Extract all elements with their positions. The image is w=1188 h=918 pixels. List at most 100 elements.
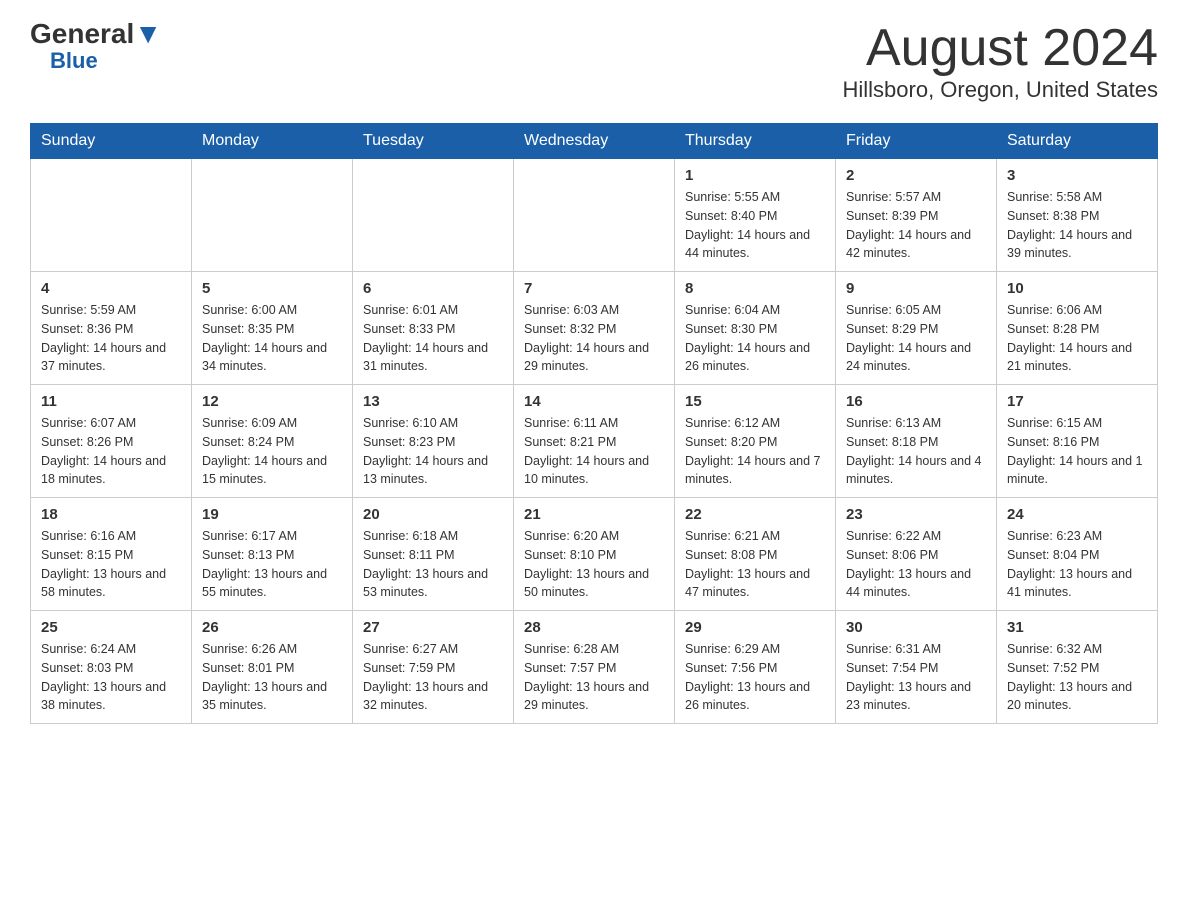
- calendar-cell: 6 Sunrise: 6:01 AMSunset: 8:33 PMDaylight…: [353, 272, 514, 385]
- calendar-cell: 12 Sunrise: 6:09 AMSunset: 8:24 PMDayligh…: [192, 385, 353, 498]
- day-info: Sunrise: 6:29 AMSunset: 7:56 PMDaylight:…: [685, 640, 825, 715]
- calendar-header: SundayMondayTuesdayWednesdayThursdayFrid…: [31, 124, 1158, 159]
- day-info: Sunrise: 6:21 AMSunset: 8:08 PMDaylight:…: [685, 527, 825, 602]
- calendar-cell: [31, 159, 192, 272]
- day-info: Sunrise: 6:24 AMSunset: 8:03 PMDaylight:…: [41, 640, 181, 715]
- day-info: Sunrise: 6:13 AMSunset: 8:18 PMDaylight:…: [846, 414, 986, 489]
- day-info: Sunrise: 6:32 AMSunset: 7:52 PMDaylight:…: [1007, 640, 1147, 715]
- logo-text-blue: Blue: [50, 48, 98, 74]
- day-info: Sunrise: 6:20 AMSunset: 8:10 PMDaylight:…: [524, 527, 664, 602]
- calendar-cell: 3 Sunrise: 5:58 AMSunset: 8:38 PMDaylight…: [997, 159, 1158, 272]
- day-number: 14: [524, 393, 664, 410]
- day-number: 15: [685, 393, 825, 410]
- day-number: 27: [363, 619, 503, 636]
- calendar-cell: 13 Sunrise: 6:10 AMSunset: 8:23 PMDayligh…: [353, 385, 514, 498]
- day-info: Sunrise: 5:55 AMSunset: 8:40 PMDaylight:…: [685, 188, 825, 263]
- calendar-cell: 5Sunrise: 6:00 AMSunset: 8:35 PMDaylight…: [192, 272, 353, 385]
- day-info: Sunrise: 5:58 AMSunset: 8:38 PMDaylight:…: [1007, 188, 1147, 263]
- day-info: Sunrise: 6:09 AMSunset: 8:24 PMDaylight:…: [202, 414, 342, 489]
- week-row-3: 11Sunrise: 6:07 AMSunset: 8:26 PMDayligh…: [31, 385, 1158, 498]
- header-cell-thursday: Thursday: [675, 124, 836, 159]
- day-number: 3: [1007, 167, 1147, 184]
- day-info: Sunrise: 6:22 AMSunset: 8:06 PMDaylight:…: [846, 527, 986, 602]
- day-info: Sunrise: 5:59 AMSunset: 8:36 PMDaylight:…: [41, 301, 181, 376]
- title-area: August 2024 Hillsboro, Oregon, United St…: [843, 20, 1159, 103]
- calendar-cell: 18 Sunrise: 6:16 AMSunset: 8:15 PMDayligh…: [31, 498, 192, 611]
- day-number: 28: [524, 619, 664, 636]
- week-row-4: 18 Sunrise: 6:16 AMSunset: 8:15 PMDayligh…: [31, 498, 1158, 611]
- location-title: Hillsboro, Oregon, United States: [843, 77, 1159, 103]
- calendar-body: 1Sunrise: 5:55 AMSunset: 8:40 PMDaylight…: [31, 159, 1158, 724]
- day-info: Sunrise: 5:57 AMSunset: 8:39 PMDaylight:…: [846, 188, 986, 263]
- day-info: Sunrise: 6:17 AMSunset: 8:13 PMDaylight:…: [202, 527, 342, 602]
- day-number: 21: [524, 506, 664, 523]
- calendar-cell: 1Sunrise: 5:55 AMSunset: 8:40 PMDaylight…: [675, 159, 836, 272]
- day-number: 7: [524, 280, 664, 297]
- calendar-cell: 26 Sunrise: 6:26 AMSunset: 8:01 PMDayligh…: [192, 611, 353, 724]
- day-number: 16: [846, 393, 986, 410]
- calendar-cell: 14Sunrise: 6:11 AMSunset: 8:21 PMDayligh…: [514, 385, 675, 498]
- calendar-cell: 8 Sunrise: 6:04 AMSunset: 8:30 PMDaylight…: [675, 272, 836, 385]
- day-info: Sunrise: 6:31 AMSunset: 7:54 PMDaylight:…: [846, 640, 986, 715]
- day-info: Sunrise: 6:10 AMSunset: 8:23 PMDaylight:…: [363, 414, 503, 489]
- calendar-cell: 17 Sunrise: 6:15 AMSunset: 8:16 PMDayligh…: [997, 385, 1158, 498]
- calendar-cell: [353, 159, 514, 272]
- calendar-cell: 11Sunrise: 6:07 AMSunset: 8:26 PMDayligh…: [31, 385, 192, 498]
- day-number: 12: [202, 393, 342, 410]
- header-cell-friday: Friday: [836, 124, 997, 159]
- day-info: Sunrise: 6:01 AMSunset: 8:33 PMDaylight:…: [363, 301, 503, 376]
- calendar-cell: 30 Sunrise: 6:31 AMSunset: 7:54 PMDayligh…: [836, 611, 997, 724]
- calendar-cell: [514, 159, 675, 272]
- day-number: 5: [202, 280, 342, 297]
- logo-triangle-icon: ▼: [134, 18, 162, 49]
- calendar-cell: 7Sunrise: 6:03 AMSunset: 8:32 PMDaylight…: [514, 272, 675, 385]
- calendar-cell: 23Sunrise: 6:22 AMSunset: 8:06 PMDayligh…: [836, 498, 997, 611]
- calendar-cell: 22 Sunrise: 6:21 AMSunset: 8:08 PMDayligh…: [675, 498, 836, 611]
- day-info: Sunrise: 6:16 AMSunset: 8:15 PMDaylight:…: [41, 527, 181, 602]
- calendar-cell: 10 Sunrise: 6:06 AMSunset: 8:28 PMDayligh…: [997, 272, 1158, 385]
- calendar-cell: 16 Sunrise: 6:13 AMSunset: 8:18 PMDayligh…: [836, 385, 997, 498]
- day-number: 31: [1007, 619, 1147, 636]
- calendar-cell: 29 Sunrise: 6:29 AMSunset: 7:56 PMDayligh…: [675, 611, 836, 724]
- day-number: 8: [685, 280, 825, 297]
- page-header: General▼ Blue August 2024 Hillsboro, Ore…: [30, 20, 1158, 103]
- calendar-cell: 28Sunrise: 6:28 AMSunset: 7:57 PMDayligh…: [514, 611, 675, 724]
- calendar-cell: 24Sunrise: 6:23 AMSunset: 8:04 PMDayligh…: [997, 498, 1158, 611]
- day-info: Sunrise: 6:04 AMSunset: 8:30 PMDaylight:…: [685, 301, 825, 376]
- calendar-cell: 27 Sunrise: 6:27 AMSunset: 7:59 PMDayligh…: [353, 611, 514, 724]
- day-number: 13: [363, 393, 503, 410]
- calendar-table: SundayMondayTuesdayWednesdayThursdayFrid…: [30, 123, 1158, 724]
- calendar-cell: 15Sunrise: 6:12 AMSunset: 8:20 PMDayligh…: [675, 385, 836, 498]
- day-info: Sunrise: 6:26 AMSunset: 8:01 PMDaylight:…: [202, 640, 342, 715]
- header-row: SundayMondayTuesdayWednesdayThursdayFrid…: [31, 124, 1158, 159]
- day-info: Sunrise: 6:23 AMSunset: 8:04 PMDaylight:…: [1007, 527, 1147, 602]
- header-cell-wednesday: Wednesday: [514, 124, 675, 159]
- day-number: 29: [685, 619, 825, 636]
- day-number: 17: [1007, 393, 1147, 410]
- month-title: August 2024: [843, 20, 1159, 77]
- day-number: 4: [41, 280, 181, 297]
- day-number: 18: [41, 506, 181, 523]
- calendar-cell: 21 Sunrise: 6:20 AMSunset: 8:10 PMDayligh…: [514, 498, 675, 611]
- day-info: Sunrise: 6:15 AMSunset: 8:16 PMDaylight:…: [1007, 414, 1147, 489]
- header-cell-monday: Monday: [192, 124, 353, 159]
- day-number: 26: [202, 619, 342, 636]
- week-row-2: 4 Sunrise: 5:59 AMSunset: 8:36 PMDaylight…: [31, 272, 1158, 385]
- day-info: Sunrise: 6:05 AMSunset: 8:29 PMDaylight:…: [846, 301, 986, 376]
- day-info: Sunrise: 6:07 AMSunset: 8:26 PMDaylight:…: [41, 414, 181, 489]
- header-cell-saturday: Saturday: [997, 124, 1158, 159]
- day-number: 22: [685, 506, 825, 523]
- week-row-5: 25Sunrise: 6:24 AMSunset: 8:03 PMDayligh…: [31, 611, 1158, 724]
- day-number: 30: [846, 619, 986, 636]
- day-number: 6: [363, 280, 503, 297]
- calendar-cell: 31 Sunrise: 6:32 AMSunset: 7:52 PMDayligh…: [997, 611, 1158, 724]
- day-number: 20: [363, 506, 503, 523]
- day-number: 10: [1007, 280, 1147, 297]
- day-info: Sunrise: 6:06 AMSunset: 8:28 PMDaylight:…: [1007, 301, 1147, 376]
- day-info: Sunrise: 6:27 AMSunset: 7:59 PMDaylight:…: [363, 640, 503, 715]
- header-cell-tuesday: Tuesday: [353, 124, 514, 159]
- calendar-cell: 9 Sunrise: 6:05 AMSunset: 8:29 PMDaylight…: [836, 272, 997, 385]
- calendar-cell: 25Sunrise: 6:24 AMSunset: 8:03 PMDayligh…: [31, 611, 192, 724]
- day-number: 9: [846, 280, 986, 297]
- calendar-cell: 4 Sunrise: 5:59 AMSunset: 8:36 PMDaylight…: [31, 272, 192, 385]
